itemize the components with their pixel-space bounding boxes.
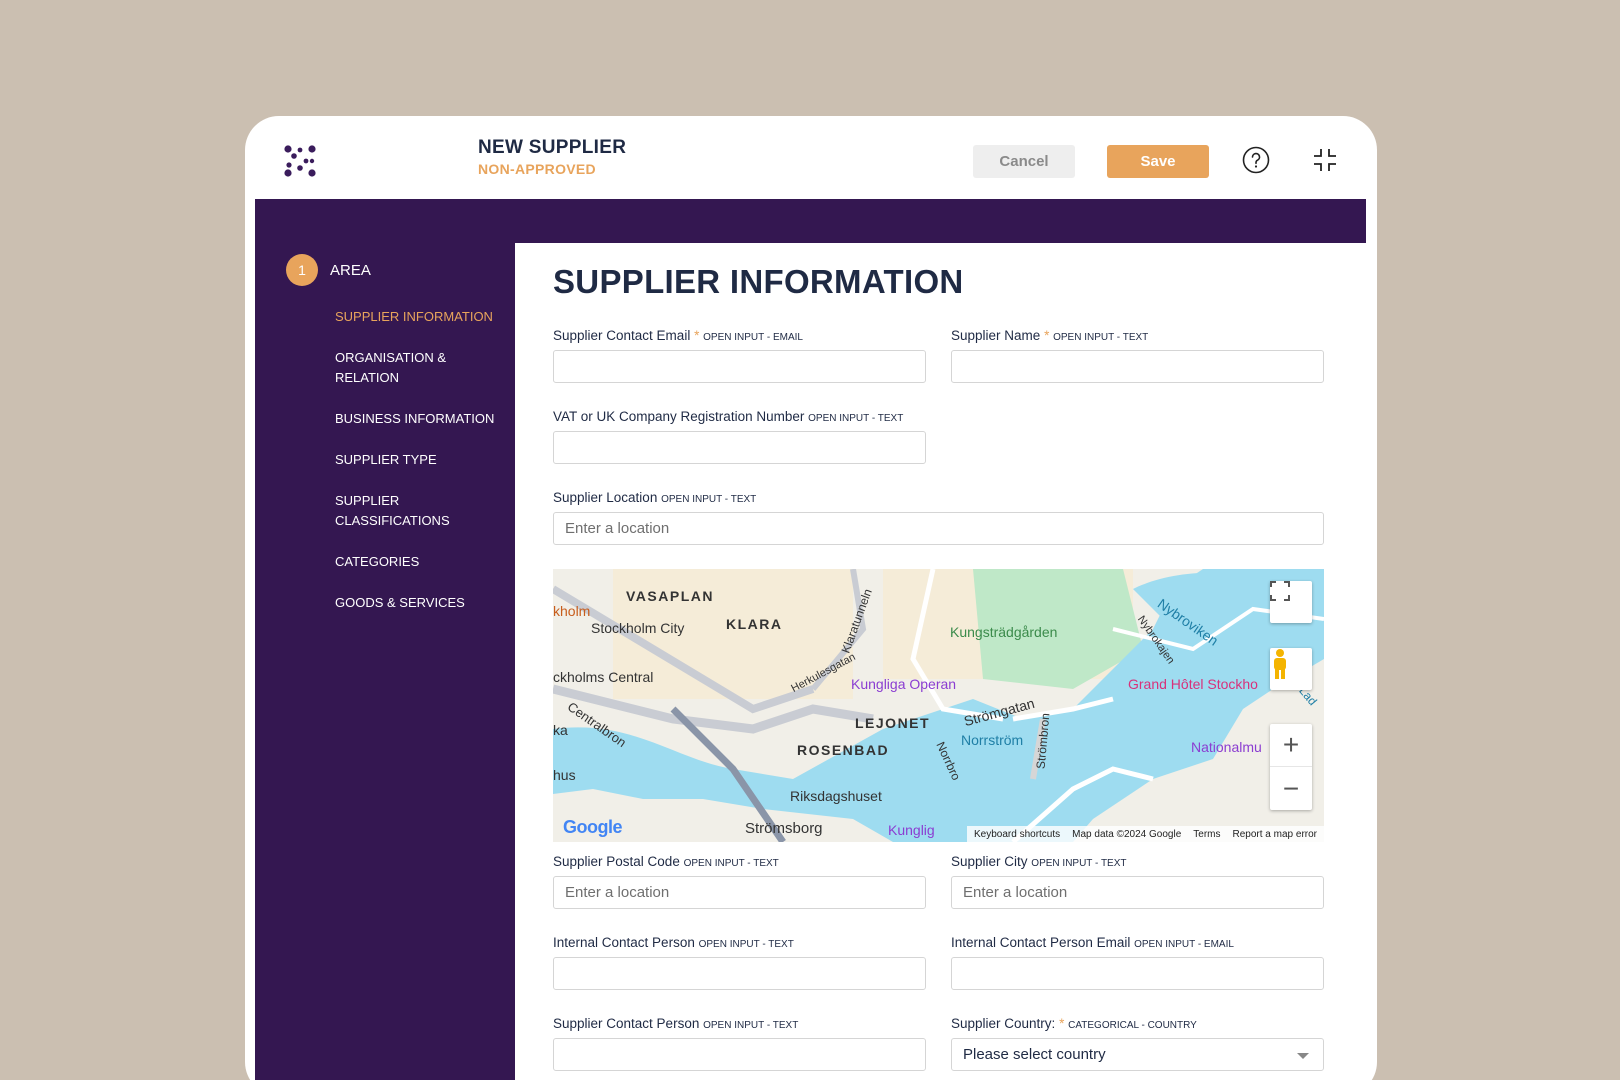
internal-contact-field: Internal Contact Person OPEN INPUT - TEX… (553, 935, 926, 990)
map-label: LEJONET (855, 715, 931, 731)
field-label: Supplier City OPEN INPUT - TEXT (951, 854, 1127, 869)
top-bar: NEW SUPPLIER NON-APPROVED Cancel Save (245, 116, 1377, 199)
supplier-name-field: Supplier Name * OPEN INPUT - TEXT (951, 328, 1324, 383)
step-indicator: 1 AREA (286, 254, 371, 286)
map-label: KLARA (726, 616, 783, 632)
keyboard-shortcuts-link[interactable]: Keyboard shortcuts (974, 829, 1060, 840)
map-label: Stockholm City (591, 620, 685, 636)
internal-contact-email-input[interactable] (951, 957, 1324, 990)
question-circle-icon[interactable] (1242, 146, 1270, 174)
country-select[interactable]: Please select country (951, 1038, 1324, 1071)
chevron-down-icon (1297, 1053, 1309, 1059)
location-map[interactable]: kholm VASAPLAN KLARA Stockholm City ckho… (553, 569, 1324, 842)
page-header-title: NEW SUPPLIER (478, 137, 627, 158)
internal-email-field: Internal Contact Person Email OPEN INPUT… (951, 935, 1324, 990)
field-label: Supplier Country: * CATEGORICAL - COUNTR… (951, 1016, 1197, 1031)
zoom-controls: + − (1270, 724, 1312, 810)
approval-status: NON-APPROVED (478, 161, 596, 177)
map-label: VASAPLAN (626, 588, 714, 604)
step-label: AREA (330, 261, 371, 279)
map-label: Kungliga Operan (851, 676, 957, 692)
field-label: Supplier Postal Code OPEN INPUT - TEXT (553, 854, 779, 869)
app-logo (284, 145, 316, 177)
map-label: ka (553, 722, 568, 738)
sidebar-nav: SUPPLIER INFORMATION ORGANISATION & RELA… (335, 307, 505, 634)
cancel-button[interactable]: Cancel (973, 145, 1075, 178)
zoom-in-button[interactable]: + (1270, 724, 1312, 767)
map-label: Strömsborg (745, 820, 823, 837)
pegman-icon[interactable] (1270, 648, 1312, 690)
map-label: Nationalmu (1191, 739, 1262, 755)
step-number: 1 (286, 254, 318, 286)
field-label: Supplier Name * OPEN INPUT - TEXT (951, 328, 1149, 343)
sidebar-item-goods-services[interactable]: GOODS & SERVICES (335, 593, 505, 613)
location-field: Supplier Location OPEN INPUT - TEXT (553, 490, 1324, 545)
supplier-city-input[interactable] (951, 876, 1324, 909)
field-label: Internal Contact Person OPEN INPUT - TEX… (553, 935, 794, 950)
collapse-icon[interactable] (1312, 147, 1338, 173)
supplier-contact-person-input[interactable] (553, 1038, 926, 1071)
supplier-location-input[interactable] (553, 512, 1324, 545)
supplier-name-input[interactable] (951, 350, 1324, 383)
report-map-error-link[interactable]: Report a map error (1233, 829, 1317, 840)
title-block: NEW SUPPLIER NON-APPROVED (478, 137, 626, 177)
postal-code-field: Supplier Postal Code OPEN INPUT - TEXT (553, 854, 926, 909)
zoom-out-button[interactable]: − (1270, 767, 1312, 810)
supplier-contact-email-input[interactable] (553, 350, 926, 383)
map-label: Kunglig (888, 822, 935, 838)
app-window: NEW SUPPLIER NON-APPROVED Cancel Save 1 … (245, 116, 1377, 1080)
map-label: Riksdagshuset (790, 788, 882, 804)
supplier-contact-field: Supplier Contact Person OPEN INPUT - TEX… (553, 1016, 926, 1071)
vat-number-input[interactable] (553, 431, 926, 464)
map-footer: Keyboard shortcuts Map data ©2024 Google… (966, 826, 1324, 842)
field-label: Supplier Contact Person OPEN INPUT - TEX… (553, 1016, 799, 1031)
field-label: Supplier Contact Email * OPEN INPUT - EM… (553, 328, 803, 343)
supplier-postal-code-input[interactable] (553, 876, 926, 909)
form-panel: 1 AREA SUPPLIER INFORMATION ORGANISATION… (255, 199, 1366, 1080)
map-canvas[interactable] (553, 569, 1324, 842)
terms-link[interactable]: Terms (1193, 829, 1220, 840)
map-label: ROSENBAD (797, 742, 890, 758)
sidebar-item-supplier-type[interactable]: SUPPLIER TYPE (335, 450, 505, 470)
map-data-attribution: Map data ©2024 Google (1072, 828, 1182, 840)
map-label: Grand Hôtel Stockho (1128, 676, 1258, 692)
field-label: VAT or UK Company Registration Number OP… (553, 409, 904, 424)
sidebar: 1 AREA SUPPLIER INFORMATION ORGANISATION… (255, 199, 515, 1080)
internal-contact-person-input[interactable] (553, 957, 926, 990)
field-label: Supplier Location OPEN INPUT - TEXT (553, 490, 757, 505)
save-button[interactable]: Save (1107, 145, 1209, 178)
city-field: Supplier City OPEN INPUT - TEXT (951, 854, 1324, 909)
map-label: kholm (553, 603, 591, 619)
main-content: SUPPLIER INFORMATION Supplier Contact Em… (515, 243, 1366, 1080)
field-label: Internal Contact Person Email OPEN INPUT… (951, 935, 1234, 950)
map-label: hus (553, 767, 576, 783)
contact-email-field: Supplier Contact Email * OPEN INPUT - EM… (553, 328, 926, 383)
sidebar-item-categories[interactable]: CATEGORIES (335, 552, 505, 572)
vat-field: VAT or UK Company Registration Number OP… (553, 409, 926, 464)
sidebar-item-business-information[interactable]: BUSINESS INFORMATION (335, 409, 505, 429)
fullscreen-icon[interactable] (1270, 581, 1312, 623)
sidebar-item-organisation-relation[interactable]: ORGANISATION & RELATION (335, 348, 505, 388)
country-field: Supplier Country: * CATEGORICAL - COUNTR… (951, 1016, 1324, 1071)
country-select-value: Please select country (963, 1046, 1106, 1063)
map-label: ckholms Central (553, 669, 654, 685)
map-label: Kungsträdgården (950, 624, 1058, 640)
sidebar-item-supplier-classifications[interactable]: SUPPLIER CLASSIFICATIONS (335, 491, 505, 531)
sidebar-item-supplier-information[interactable]: SUPPLIER INFORMATION (335, 307, 505, 327)
map-label: Norrström (961, 732, 1024, 748)
google-logo: Google (563, 817, 623, 837)
section-title: SUPPLIER INFORMATION (553, 263, 964, 300)
